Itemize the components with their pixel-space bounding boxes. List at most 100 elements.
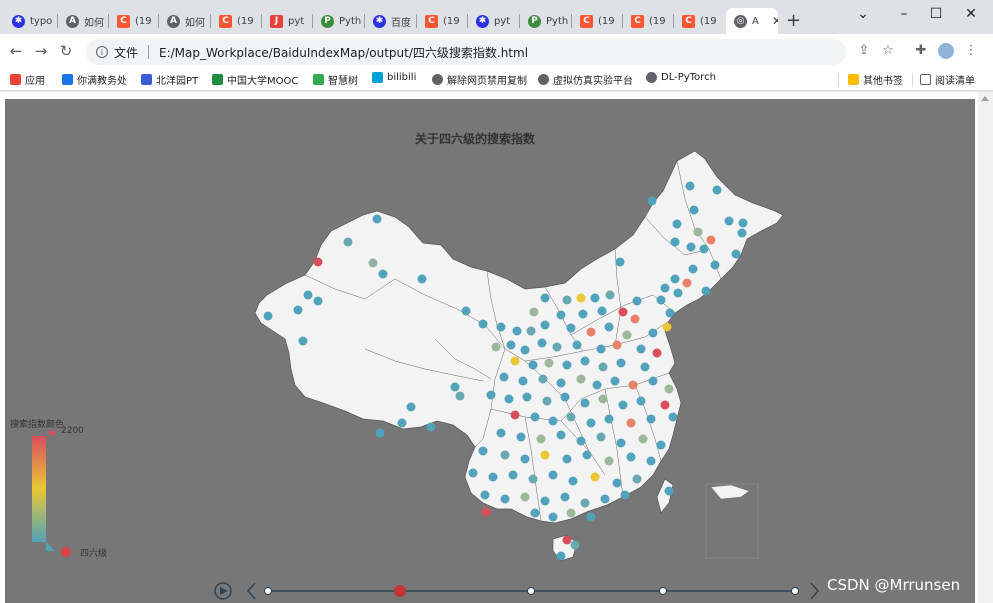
scatter-point[interactable] <box>632 474 642 484</box>
scatter-point[interactable] <box>548 416 558 426</box>
bookmark-copy[interactable]: 解除网页禁用复制 <box>432 72 527 87</box>
scatter-point[interactable] <box>496 322 506 332</box>
scatter-point[interactable] <box>673 288 683 298</box>
scatter-point[interactable] <box>610 376 620 386</box>
tab-13[interactable]: C (19 <box>623 8 674 34</box>
scatter-point[interactable] <box>618 400 628 410</box>
scatter-point[interactable] <box>500 450 510 460</box>
visual-map-bar[interactable] <box>32 436 46 542</box>
scatter-point[interactable] <box>638 434 648 444</box>
scatter-point[interactable] <box>368 258 378 268</box>
scatter-point[interactable] <box>576 374 586 384</box>
scatter-point[interactable] <box>544 358 554 368</box>
scatter-point[interactable] <box>486 390 496 400</box>
scatter-point[interactable] <box>500 494 510 504</box>
scatter-point[interactable] <box>672 219 682 229</box>
scatter-point[interactable] <box>604 456 614 466</box>
scatter-point[interactable] <box>598 362 608 372</box>
scatter-point[interactable] <box>372 214 382 224</box>
tab-10[interactable]: ✱ pyt <box>468 8 520 34</box>
timeline-point-2[interactable] <box>527 587 535 595</box>
scatter-point[interactable] <box>510 410 520 420</box>
scatter-point[interactable] <box>662 322 672 332</box>
scatter-point[interactable] <box>612 478 622 488</box>
scatter-point[interactable] <box>737 228 747 238</box>
scatter-point[interactable] <box>530 412 540 422</box>
scatter-point[interactable] <box>632 296 642 306</box>
scatter-point[interactable] <box>375 428 385 438</box>
scatter-point[interactable] <box>626 452 636 462</box>
scatter-point[interactable] <box>670 237 680 247</box>
scatter-point[interactable] <box>566 412 576 422</box>
scatter-point[interactable] <box>710 260 720 270</box>
tab-3[interactable]: C (19 <box>109 8 159 34</box>
tab-search-icon[interactable]: ⌄ <box>848 6 878 22</box>
scatter-point[interactable] <box>647 196 657 206</box>
scatter-point[interactable] <box>636 344 646 354</box>
scatter-point[interactable] <box>562 454 572 464</box>
scatter-point[interactable] <box>556 310 566 320</box>
star-icon[interactable]: ☆ <box>879 43 897 58</box>
scatter-point[interactable] <box>682 278 692 288</box>
vertical-scrollbar[interactable] <box>978 92 993 603</box>
scatter-point[interactable] <box>560 492 570 502</box>
minimize-button[interactable]: – <box>889 6 919 22</box>
maximize-button[interactable]: ☐ <box>921 6 951 22</box>
scatter-point[interactable] <box>499 372 509 382</box>
info-icon[interactable]: i <box>96 46 108 58</box>
tab-12[interactable]: C (19 <box>572 8 623 34</box>
scatter-point[interactable] <box>620 490 630 500</box>
scatter-point[interactable] <box>664 384 674 394</box>
scatter-point[interactable] <box>693 227 703 237</box>
scatter-point[interactable] <box>518 376 528 386</box>
scatter-point[interactable] <box>580 356 590 366</box>
scatter-point[interactable] <box>510 356 520 366</box>
scatter-point[interactable] <box>699 244 709 254</box>
scatter-point[interactable] <box>548 470 558 480</box>
scatter-point[interactable] <box>378 269 388 279</box>
scatter-point[interactable] <box>540 293 550 303</box>
extensions-icon[interactable]: ✚ <box>912 43 930 58</box>
scatter-point[interactable] <box>520 454 530 464</box>
reload-icon[interactable]: ↻ <box>56 42 76 60</box>
scatter-point[interactable] <box>526 326 536 336</box>
scatter-point[interactable] <box>578 309 588 319</box>
scatter-point[interactable] <box>652 348 662 358</box>
menu-icon[interactable]: ⋮ <box>962 43 980 58</box>
bookmark-byt[interactable]: 北洋园PT <box>141 72 198 87</box>
scatter-point[interactable] <box>313 257 323 267</box>
scatter-point[interactable] <box>630 314 640 324</box>
scatter-point[interactable] <box>552 342 562 352</box>
back-icon[interactable]: ← <box>6 42 26 60</box>
scatter-point[interactable] <box>701 286 711 296</box>
scatter-point[interactable] <box>648 376 658 386</box>
scatter-point[interactable] <box>636 396 646 406</box>
scatter-point[interactable] <box>303 290 313 300</box>
scatter-point[interactable] <box>562 535 572 545</box>
scatter-point[interactable] <box>538 374 548 384</box>
scatter-point[interactable] <box>664 486 674 496</box>
scatter-point[interactable] <box>706 235 716 245</box>
scatter-point[interactable] <box>665 308 675 318</box>
scatter-point[interactable] <box>516 432 526 442</box>
share-icon[interactable]: ⇪ <box>855 43 873 58</box>
scatter-point[interactable] <box>685 181 695 191</box>
scatter-point[interactable] <box>738 218 748 228</box>
tab-8[interactable]: ✱ 百度 <box>365 8 417 34</box>
bookmark-other[interactable]: 其他书签 <box>848 72 903 87</box>
scatter-point[interactable] <box>596 344 606 354</box>
scatter-point[interactable] <box>488 472 498 482</box>
bookmark-zhihuishu[interactable]: 智慧树 <box>313 72 358 87</box>
scatter-point[interactable] <box>562 360 572 370</box>
timeline-prev-icon[interactable] <box>247 582 256 600</box>
scatter-point[interactable] <box>560 392 570 402</box>
bookmark-bilibili[interactable]: bilibili <box>372 72 416 83</box>
reading-list[interactable]: 阅读清单 <box>920 72 975 87</box>
scatter-point[interactable] <box>586 327 596 337</box>
legend-series-marker[interactable] <box>61 547 71 557</box>
tab-2[interactable]: A 如何 <box>58 8 109 34</box>
scatter-point[interactable] <box>478 319 488 329</box>
scatter-point[interactable] <box>293 305 303 315</box>
scatter-point[interactable] <box>520 492 530 502</box>
scatter-point[interactable] <box>298 336 308 346</box>
